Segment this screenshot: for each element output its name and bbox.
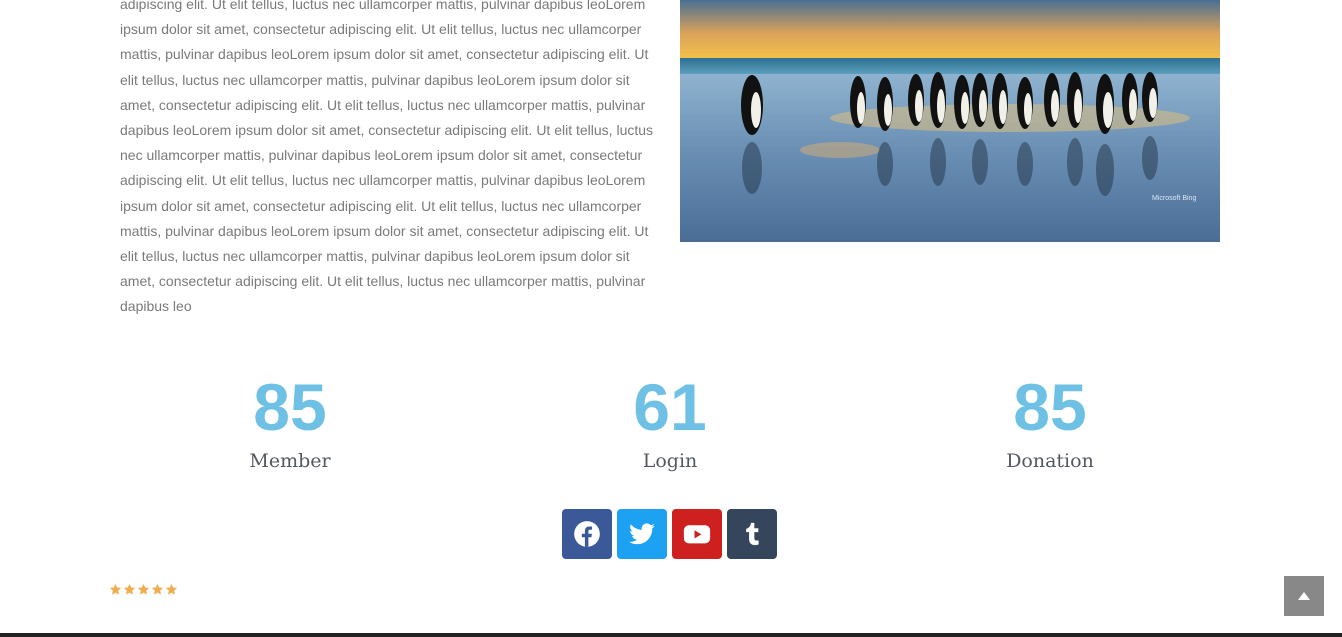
star-icon xyxy=(137,583,150,601)
youtube-button[interactable] xyxy=(672,509,722,559)
facebook-icon xyxy=(574,521,600,547)
counter-login: 61 Login xyxy=(520,368,820,472)
star-icon xyxy=(123,583,136,601)
youtube-icon xyxy=(683,525,711,544)
counter-label: Login xyxy=(642,450,698,472)
facebook-button[interactable] xyxy=(562,509,612,559)
counter-number: 61 xyxy=(633,370,707,444)
counter-number: 85 xyxy=(1013,370,1087,444)
watermark-text: Microsoft Bing xyxy=(1152,195,1196,202)
star-icon xyxy=(165,583,178,601)
twitter-icon xyxy=(629,523,655,545)
counter-member: 85 Member xyxy=(140,368,440,472)
tumblr-icon xyxy=(746,522,759,546)
chevron-up-icon xyxy=(1298,592,1310,600)
footer-bar xyxy=(0,633,1342,637)
counter-number: 85 xyxy=(253,370,327,444)
counter-donation: 85 Donation xyxy=(900,368,1200,472)
star-icon xyxy=(151,583,164,601)
twitter-button[interactable] xyxy=(617,509,667,559)
counter-label: Donation xyxy=(1006,450,1094,472)
scroll-to-top-button[interactable] xyxy=(1284,576,1324,616)
counter-label: Member xyxy=(249,450,331,472)
article-paragraph: adipiscing elit. Ut elit tellus, luctus … xyxy=(120,0,654,315)
penguins-image: Microsoft Bing xyxy=(680,0,1220,242)
star-icon xyxy=(109,583,122,601)
social-icons xyxy=(562,509,777,559)
tumblr-button[interactable] xyxy=(727,509,777,559)
star-rating xyxy=(109,583,178,601)
